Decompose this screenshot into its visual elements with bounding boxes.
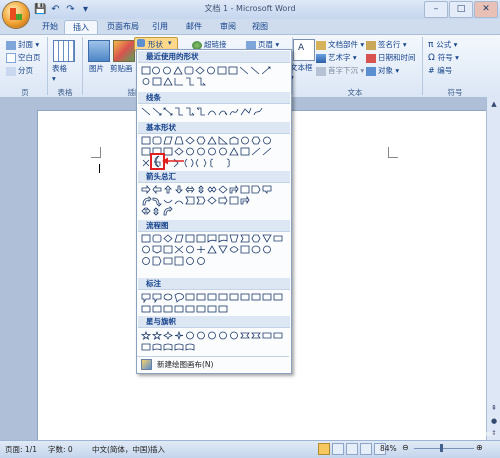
view-buttons bbox=[318, 443, 386, 455]
watermark-url: jingyan.baidu.com bbox=[432, 430, 497, 438]
tab-page-layout[interactable]: 页面布局 bbox=[100, 20, 146, 34]
status-insert-mode[interactable]: 插入 bbox=[150, 444, 165, 455]
cover-page-button[interactable]: 封面 ▾ bbox=[6, 39, 39, 50]
group-separator bbox=[47, 37, 48, 95]
dropcap-button[interactable]: 首字下沉 ▾ bbox=[316, 65, 364, 76]
ribbon-tabs: 开始 插入 页面布局 引用 邮件 审阅 视图 bbox=[0, 19, 500, 35]
quick-parts-icon bbox=[316, 40, 326, 50]
tab-references[interactable]: 引用 bbox=[146, 20, 174, 34]
page-break-button[interactable]: 分页 bbox=[6, 65, 33, 76]
equation-button[interactable]: π 公式 ▾ bbox=[428, 39, 457, 50]
group-separator bbox=[422, 37, 423, 95]
dropcap-icon bbox=[316, 66, 326, 76]
customize-qat-icon[interactable]: ▾ bbox=[79, 3, 92, 16]
blank-page-icon bbox=[6, 53, 16, 63]
object-button[interactable]: 对象 ▾ bbox=[366, 65, 399, 76]
textbox-icon[interactable]: A bbox=[293, 39, 315, 61]
table-icon[interactable] bbox=[53, 40, 75, 62]
red-pointer-arrow-icon bbox=[162, 157, 184, 165]
shapes-dropdown: 最近使用的形状 线条 基本形状 箭头总汇 流程图 标注 星与旗帜 bbox=[136, 49, 292, 374]
picture-button[interactable]: 图片 bbox=[89, 63, 104, 74]
tab-insert[interactable]: 插入 bbox=[64, 20, 98, 35]
zoom-level[interactable]: 84% bbox=[380, 444, 397, 453]
section-basic-shapes: 基本形状 bbox=[138, 122, 290, 134]
textbox-button[interactable]: 文本框▾ bbox=[290, 62, 313, 82]
new-drawing-canvas-item[interactable]: 新建绘图画布(N) bbox=[137, 356, 289, 371]
full-screen-reading-icon[interactable] bbox=[332, 443, 344, 455]
group-separator bbox=[82, 37, 83, 95]
status-page[interactable]: 页面: 1/1 bbox=[5, 444, 37, 455]
outline-view-icon[interactable] bbox=[360, 443, 372, 455]
zoom-slider[interactable] bbox=[414, 448, 474, 449]
quick-access-toolbar: 💾 ↶ ↷ ▾ bbox=[34, 3, 92, 16]
omega-icon: Ω bbox=[428, 53, 438, 63]
scroll-up-icon[interactable]: ▲ bbox=[488, 98, 500, 110]
undo-icon[interactable]: ↶ bbox=[49, 3, 62, 16]
tab-mailings[interactable]: 邮件 bbox=[180, 20, 208, 34]
wordart-icon bbox=[316, 53, 326, 63]
office-button[interactable] bbox=[3, 2, 29, 28]
cover-page-icon bbox=[6, 40, 16, 50]
tab-home[interactable]: 开始 bbox=[36, 20, 64, 34]
blank-page-button[interactable]: 空白页 bbox=[6, 52, 41, 63]
number-button[interactable]: # 编号 bbox=[428, 65, 452, 76]
date-time-button[interactable]: 日期和时间 bbox=[366, 52, 416, 63]
shapes-icon bbox=[137, 39, 145, 47]
print-layout-icon[interactable] bbox=[318, 443, 330, 455]
text-cursor bbox=[99, 164, 100, 173]
crop-mark bbox=[100, 147, 101, 157]
status-bar: 页面: 1/1 字数: 0 中文(简体，中国) 插入 84% ⊖ ⊕ bbox=[0, 440, 500, 458]
browse-object-icon[interactable]: ● bbox=[488, 415, 500, 427]
window-controls: – □ ✕ bbox=[424, 1, 498, 18]
zoom-in-icon[interactable]: ⊕ bbox=[476, 443, 483, 452]
signature-icon bbox=[366, 40, 376, 50]
zoom-slider-thumb[interactable] bbox=[440, 444, 443, 452]
clipart-button[interactable]: 剪贴画 bbox=[110, 63, 133, 74]
stars-banners-rows[interactable] bbox=[141, 331, 287, 351]
table-button[interactable]: 表格 ▾ bbox=[52, 63, 67, 83]
section-block-arrows: 箭头总汇 bbox=[138, 171, 290, 183]
picture-icon[interactable] bbox=[88, 40, 110, 62]
office-logo-icon bbox=[10, 8, 22, 20]
save-icon[interactable]: 💾 bbox=[34, 3, 47, 16]
section-callouts: 标注 bbox=[138, 278, 290, 290]
recent-shapes-row[interactable] bbox=[141, 66, 287, 86]
wordart-button[interactable]: 艺术字 ▾ bbox=[316, 52, 357, 63]
close-button[interactable]: ✕ bbox=[474, 1, 498, 18]
chevron-down-icon: ▾ bbox=[168, 39, 172, 47]
prev-page-icon[interactable]: ⇞ bbox=[488, 402, 500, 414]
zoom-out-icon[interactable]: ⊖ bbox=[402, 443, 409, 452]
section-lines: 线条 bbox=[138, 92, 290, 104]
minimize-button[interactable]: – bbox=[424, 1, 448, 18]
basic-shapes-rows[interactable] bbox=[141, 136, 287, 168]
crop-mark bbox=[388, 147, 389, 157]
block-arrows-rows[interactable] bbox=[141, 185, 287, 216]
maximize-button[interactable]: □ bbox=[449, 1, 473, 18]
callouts-rows[interactable] bbox=[141, 293, 287, 313]
page-break-icon bbox=[6, 66, 16, 76]
number-icon: # bbox=[428, 66, 438, 75]
lines-row[interactable] bbox=[141, 107, 287, 116]
status-word-count[interactable]: 字数: 0 bbox=[48, 444, 73, 455]
section-stars-banners: 星与旗帜 bbox=[138, 316, 290, 328]
section-recent-shapes: 最近使用的形状 bbox=[138, 51, 290, 63]
crop-mark bbox=[388, 157, 398, 158]
status-language[interactable]: 中文(简体，中国) bbox=[92, 444, 150, 455]
clipart-icon[interactable] bbox=[113, 40, 135, 62]
calendar-icon bbox=[366, 53, 376, 63]
crop-mark bbox=[91, 157, 101, 158]
quick-parts-button[interactable]: 文档部件 ▾ bbox=[316, 39, 364, 50]
tab-view[interactable]: 视图 bbox=[246, 20, 274, 34]
flowchart-rows[interactable] bbox=[141, 234, 287, 266]
object-icon bbox=[366, 66, 376, 76]
web-layout-icon[interactable] bbox=[346, 443, 358, 455]
redo-icon[interactable]: ↷ bbox=[64, 3, 77, 16]
canvas-icon bbox=[141, 359, 152, 370]
signature-line-button[interactable]: 签名行 ▾ bbox=[366, 39, 407, 50]
symbol-button[interactable]: Ω 符号 ▾ bbox=[428, 52, 459, 63]
vertical-scrollbar[interactable]: ▲ ⇞ ● ⇟ bbox=[486, 97, 500, 440]
tab-review[interactable]: 审阅 bbox=[214, 20, 242, 34]
section-flowchart: 流程图 bbox=[138, 220, 290, 232]
